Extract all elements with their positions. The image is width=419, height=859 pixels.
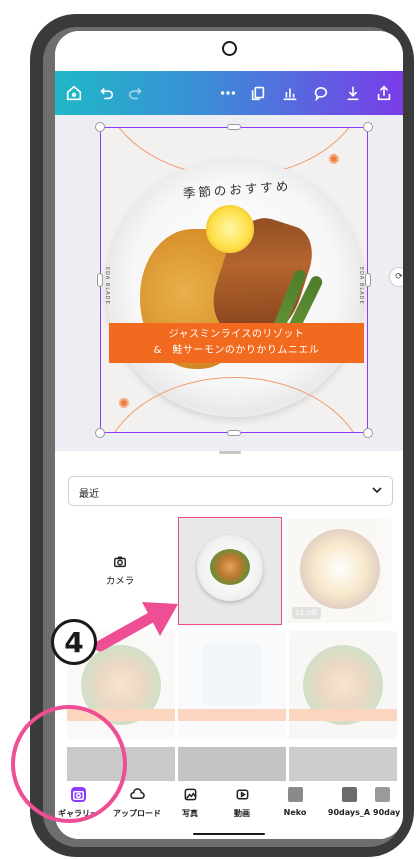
album-dropdown-label: 最近	[79, 489, 99, 500]
undo-icon[interactable]	[95, 82, 117, 104]
video-icon	[235, 787, 250, 802]
redo-icon[interactable]	[125, 82, 147, 104]
resize-handle-top-left[interactable]	[95, 122, 105, 132]
more-icon[interactable]	[217, 82, 239, 104]
folder-thumb-icon	[287, 787, 303, 802]
photo-thumbnail	[202, 645, 262, 705]
home-icon[interactable]	[63, 82, 85, 104]
download-icon[interactable]	[342, 82, 364, 104]
tab-label: アップロード	[113, 809, 161, 818]
resize-handle-bottom-left[interactable]	[95, 428, 105, 438]
gallery-photo[interactable]	[178, 631, 286, 739]
thumb-banner	[178, 709, 286, 721]
gallery-photo[interactable]	[289, 747, 397, 781]
tab-label: 写真	[182, 809, 198, 818]
resize-handle-bottom-right[interactable]	[363, 428, 373, 438]
tab-90day[interactable]: 90day	[373, 787, 403, 817]
gallery-photo[interactable]	[178, 747, 286, 781]
chart-icon[interactable]	[279, 82, 301, 104]
front-camera-icon	[222, 41, 237, 56]
step-number-badge: 4	[51, 619, 97, 665]
panel-drag-handle[interactable]	[219, 451, 241, 454]
selection-box	[100, 127, 368, 433]
shrimp-food-image	[210, 549, 250, 585]
resize-handle-bottom[interactable]	[227, 430, 241, 436]
folder-thumb-icon	[375, 787, 390, 802]
comment-icon[interactable]	[310, 82, 332, 104]
tab-90days-a[interactable]: 90days_A	[320, 787, 378, 817]
phone-screen: ✺ ✺ 季節のおすすめ EDA BLADE EDA BLADE ジャスミンライス…	[55, 31, 403, 839]
copy-icon[interactable]	[247, 82, 269, 104]
tab-photos[interactable]: 写真	[162, 787, 218, 819]
price-tag: 15.0件	[292, 607, 321, 619]
gallery-photo[interactable]: 15.0件	[288, 519, 392, 623]
tab-label: 90day	[373, 808, 401, 817]
rotate-icon[interactable]: ⟳	[389, 267, 403, 287]
resize-handle-top[interactable]	[227, 124, 241, 130]
camera-label: カメラ	[105, 576, 135, 587]
thumb-banner	[289, 709, 397, 721]
gallery-photo-selected[interactable]	[178, 517, 282, 625]
album-dropdown[interactable]: 最近	[68, 476, 393, 506]
photo-thumbnail	[300, 529, 380, 609]
camera-icon	[114, 556, 126, 568]
tab-videos[interactable]: 動画	[214, 787, 270, 819]
home-indicator	[193, 833, 265, 835]
resize-handle-left[interactable]	[97, 273, 103, 287]
design-canvas[interactable]: ✺ ✺ 季節のおすすめ EDA BLADE EDA BLADE ジャスミンライス…	[55, 115, 403, 451]
chevron-down-icon	[372, 487, 382, 494]
tab-label: Neko	[283, 808, 307, 817]
resize-handle-right[interactable]	[365, 273, 371, 287]
resize-handle-top-right[interactable]	[363, 122, 373, 132]
photo-icon	[183, 787, 198, 802]
gallery-photo[interactable]	[289, 631, 397, 739]
folder-thumb-icon	[341, 787, 357, 802]
upload-icon	[129, 787, 145, 802]
highlight-ring	[11, 705, 127, 823]
tab-label: 動画	[234, 809, 250, 818]
share-icon[interactable]	[373, 82, 395, 104]
pointer-arrow-icon	[94, 602, 178, 652]
status-area	[55, 31, 403, 73]
tab-label: 90days_A	[327, 808, 371, 817]
tab-neko[interactable]: Neko	[267, 787, 323, 817]
editor-toolbar	[55, 71, 403, 115]
